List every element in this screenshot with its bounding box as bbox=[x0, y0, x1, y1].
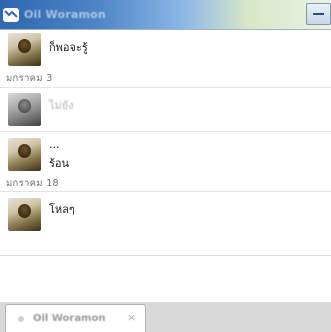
avatar[interactable] bbox=[8, 138, 41, 171]
avatar[interactable] bbox=[8, 33, 41, 66]
date-separator: มกราคม 18 bbox=[6, 178, 59, 189]
message-text: ไม่ยัง bbox=[49, 99, 74, 112]
message-row: ไม่ยัง bbox=[0, 90, 331, 130]
divider bbox=[0, 87, 331, 88]
chat-tab[interactable]: Oil Woramon × bbox=[5, 304, 146, 332]
chat-tab-bar: Oil Woramon × bbox=[0, 302, 331, 332]
chat-bubble-icon bbox=[3, 8, 19, 22]
close-icon[interactable]: × bbox=[127, 311, 136, 324]
message-text: ก็พอจะรู้ bbox=[49, 41, 88, 54]
chat-window-titlebar[interactable]: Oil Woramon bbox=[0, 0, 331, 30]
divider bbox=[0, 131, 331, 132]
message-text: ร้อน bbox=[49, 157, 70, 170]
message-row: โหลๆ bbox=[0, 194, 331, 234]
minimize-icon bbox=[313, 13, 324, 15]
message-row: ก็พอจะรู้ bbox=[0, 30, 331, 68]
divider bbox=[0, 191, 331, 192]
tab-label: Oil Woramon bbox=[33, 313, 106, 324]
status-dot-icon bbox=[18, 316, 24, 322]
avatar[interactable] bbox=[8, 93, 41, 126]
window-title: Oil Woramon bbox=[24, 8, 106, 21]
minimize-button[interactable] bbox=[306, 3, 331, 25]
date-separator: มกราคม 3 bbox=[6, 73, 53, 84]
message-text: โหลๆ bbox=[49, 203, 75, 216]
message-input[interactable] bbox=[0, 255, 331, 302]
message-text: ... bbox=[49, 138, 60, 151]
avatar[interactable] bbox=[8, 198, 41, 231]
message-row: ... ร้อน bbox=[0, 134, 331, 174]
